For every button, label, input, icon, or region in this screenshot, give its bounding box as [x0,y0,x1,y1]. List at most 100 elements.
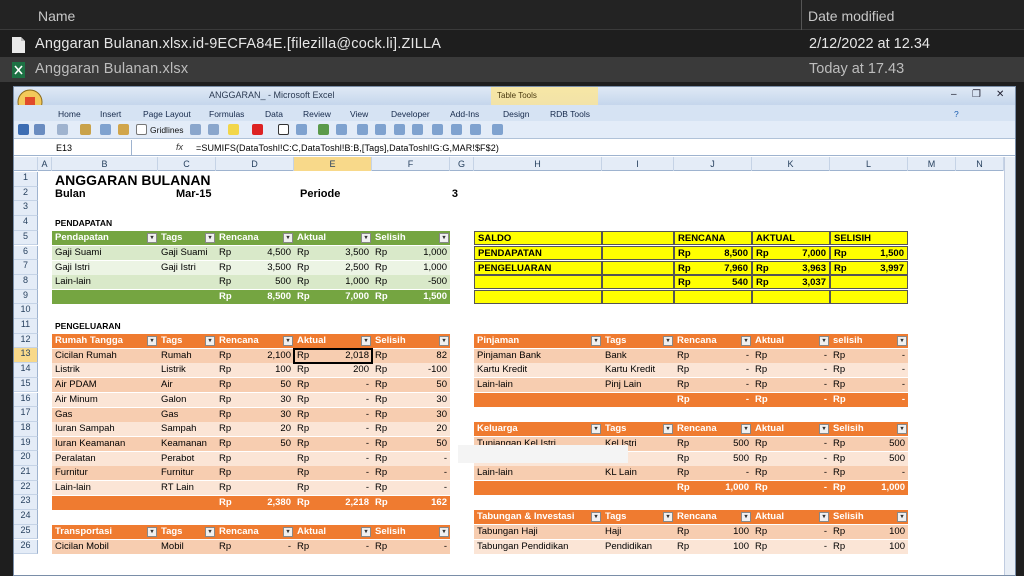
filter-dropdown-icon[interactable]: ▾ [591,512,601,523]
name-box[interactable]: E13 [14,140,132,156]
table-cell[interactable]: Rp - [294,466,372,481]
table-header[interactable]: Rumah Tangga ▾ [52,334,158,348]
table-cell[interactable]: Rp 1,000 [372,260,450,275]
total-cell[interactable] [158,289,216,304]
table-cell[interactable]: Rp 50 [372,436,450,451]
row-header[interactable]: 23 [14,495,38,511]
column-header[interactable]: H [474,157,602,171]
gridlines-checkbox[interactable] [136,124,147,135]
table-cell[interactable]: Pinj Lain [602,378,674,393]
table-cell[interactable]: Rp - [294,378,372,393]
table-cell[interactable]: Furnitur [158,466,216,481]
table-cell[interactable]: Rp 1,000 [294,275,372,290]
table-header[interactable]: Tags ▾ [602,334,674,348]
filter-dropdown-icon[interactable]: ▾ [439,233,449,244]
table-header[interactable]: Rencana ▾ [216,231,294,246]
table-cell[interactable]: Rp - [752,466,830,481]
table-cell[interactable]: Galon [158,392,216,407]
row-header[interactable]: 4 [14,216,38,231]
table-cell[interactable]: Rp - [372,466,450,481]
filter-dropdown-icon[interactable]: ▾ [283,336,293,346]
periode-value[interactable]: 3 [372,187,461,201]
saldo-cell[interactable] [474,289,602,304]
filter-icon[interactable] [336,124,347,135]
row-header[interactable]: 24 [14,510,38,525]
table-cell[interactable]: Rp - [830,363,908,378]
table-cell[interactable] [158,275,216,290]
total-cell[interactable]: Rp 8,500 [216,289,294,304]
table-header[interactable]: Tags ▾ [158,334,216,348]
filter-dropdown-icon[interactable]: ▾ [361,527,371,538]
total-cell[interactable]: Rp 7,000 [294,289,372,304]
table-cell[interactable]: Rp 500 [830,436,908,451]
table-cell[interactable]: Rp 20 [372,422,450,437]
column-header[interactable]: E [294,157,372,171]
tab-page-layout[interactable]: Page Layout [143,109,191,119]
row-header[interactable]: 7 [14,260,38,275]
table-cell[interactable]: Rp - [372,481,450,495]
copy-icon[interactable] [100,124,111,135]
row-header[interactable]: 8 [14,274,38,290]
row-header[interactable]: 12 [14,333,38,349]
saldo-cell[interactable] [602,260,674,275]
formula-input[interactable]: =SUMIFS(DataToshl!C:C,DataToshl!B:B,[Tag… [196,143,499,153]
vertical-scrollbar[interactable] [1004,157,1015,575]
saldo-label[interactable]: PENGELUARAN [474,260,602,275]
table-cell[interactable]: Peralatan [52,451,158,466]
increase-decimal-icon[interactable] [432,124,443,135]
filter-dropdown-icon[interactable]: ▾ [205,336,215,346]
table-cell[interactable]: Listrik [52,363,158,378]
filter-dropdown-icon[interactable]: ▾ [361,336,371,346]
table-cell[interactable]: Pinjaman Bank [474,348,602,363]
undo-icon[interactable] [34,124,45,135]
tab-design[interactable]: Design [503,109,529,119]
table-cell[interactable]: Tabungan Haji [474,525,602,540]
row-header[interactable]: 15 [14,377,38,393]
table-cell[interactable]: Lain-lain [52,481,158,495]
total-cell[interactable]: Rp 2,218 [294,495,372,510]
table-cell[interactable]: Rp 100 [830,525,908,540]
table-header[interactable]: Aktual ▾ [294,231,372,246]
table-header[interactable]: Selisih ▾ [830,510,908,525]
column-header[interactable]: D [216,157,294,171]
tab-home[interactable]: Home [58,109,81,119]
table-cell[interactable]: Rp 1,000 [372,245,450,260]
total-cell[interactable]: Rp 2,380 [216,495,294,510]
filter-dropdown-icon[interactable]: ▾ [897,424,907,435]
help-icon[interactable]: ? [954,109,959,119]
filter-dropdown-icon[interactable]: ▾ [819,512,829,523]
row-header[interactable]: 2 [14,186,38,202]
table-cell[interactable]: Rp - [372,451,450,466]
table-cell[interactable]: Rp 200 [294,363,372,378]
row-header[interactable]: 14 [14,363,38,378]
column-header[interactable]: J [674,157,752,171]
total-cell[interactable]: Rp 162 [372,495,450,510]
tab-data[interactable]: Data [265,109,283,119]
tab-view[interactable]: View [350,109,368,119]
saldo-header[interactable]: RENCANA [674,231,752,246]
table-cell[interactable]: Furnitur [52,466,158,481]
total-cell[interactable] [52,289,158,304]
table-header[interactable]: Rencana ▾ [216,334,294,348]
table-header[interactable]: Rencana ▾ [674,510,752,525]
table-cell[interactable]: Rumah [158,348,216,363]
table-header[interactable]: Aktual ▾ [752,422,830,437]
column-header[interactable]: A [38,157,52,171]
section-label[interactable]: PENGELUARAN [52,319,172,333]
table-cell[interactable]: Rp - [294,392,372,407]
table-cell[interactable]: Rp 100 [674,539,752,554]
table-cell[interactable]: Rp - [294,422,372,437]
row-header[interactable]: 25 [14,524,38,540]
total-cell[interactable]: Rp - [752,392,830,407]
filter-dropdown-icon[interactable]: ▾ [283,233,293,244]
table-cell[interactable]: Rp [216,466,294,481]
table-cell[interactable]: Lain-lain [474,466,602,481]
table-header[interactable]: Tags ▾ [602,510,674,525]
row-header[interactable]: 22 [14,480,38,496]
table-header[interactable]: Aktual ▾ [294,525,372,540]
table-cell[interactable]: Rp 2,500 [294,260,372,275]
table-cell[interactable]: Iuran Sampah [52,422,158,437]
table-cell[interactable]: Kartu Kredit [602,363,674,378]
table-cell[interactable]: Rp 500 [830,451,908,466]
select-all[interactable] [14,157,38,171]
